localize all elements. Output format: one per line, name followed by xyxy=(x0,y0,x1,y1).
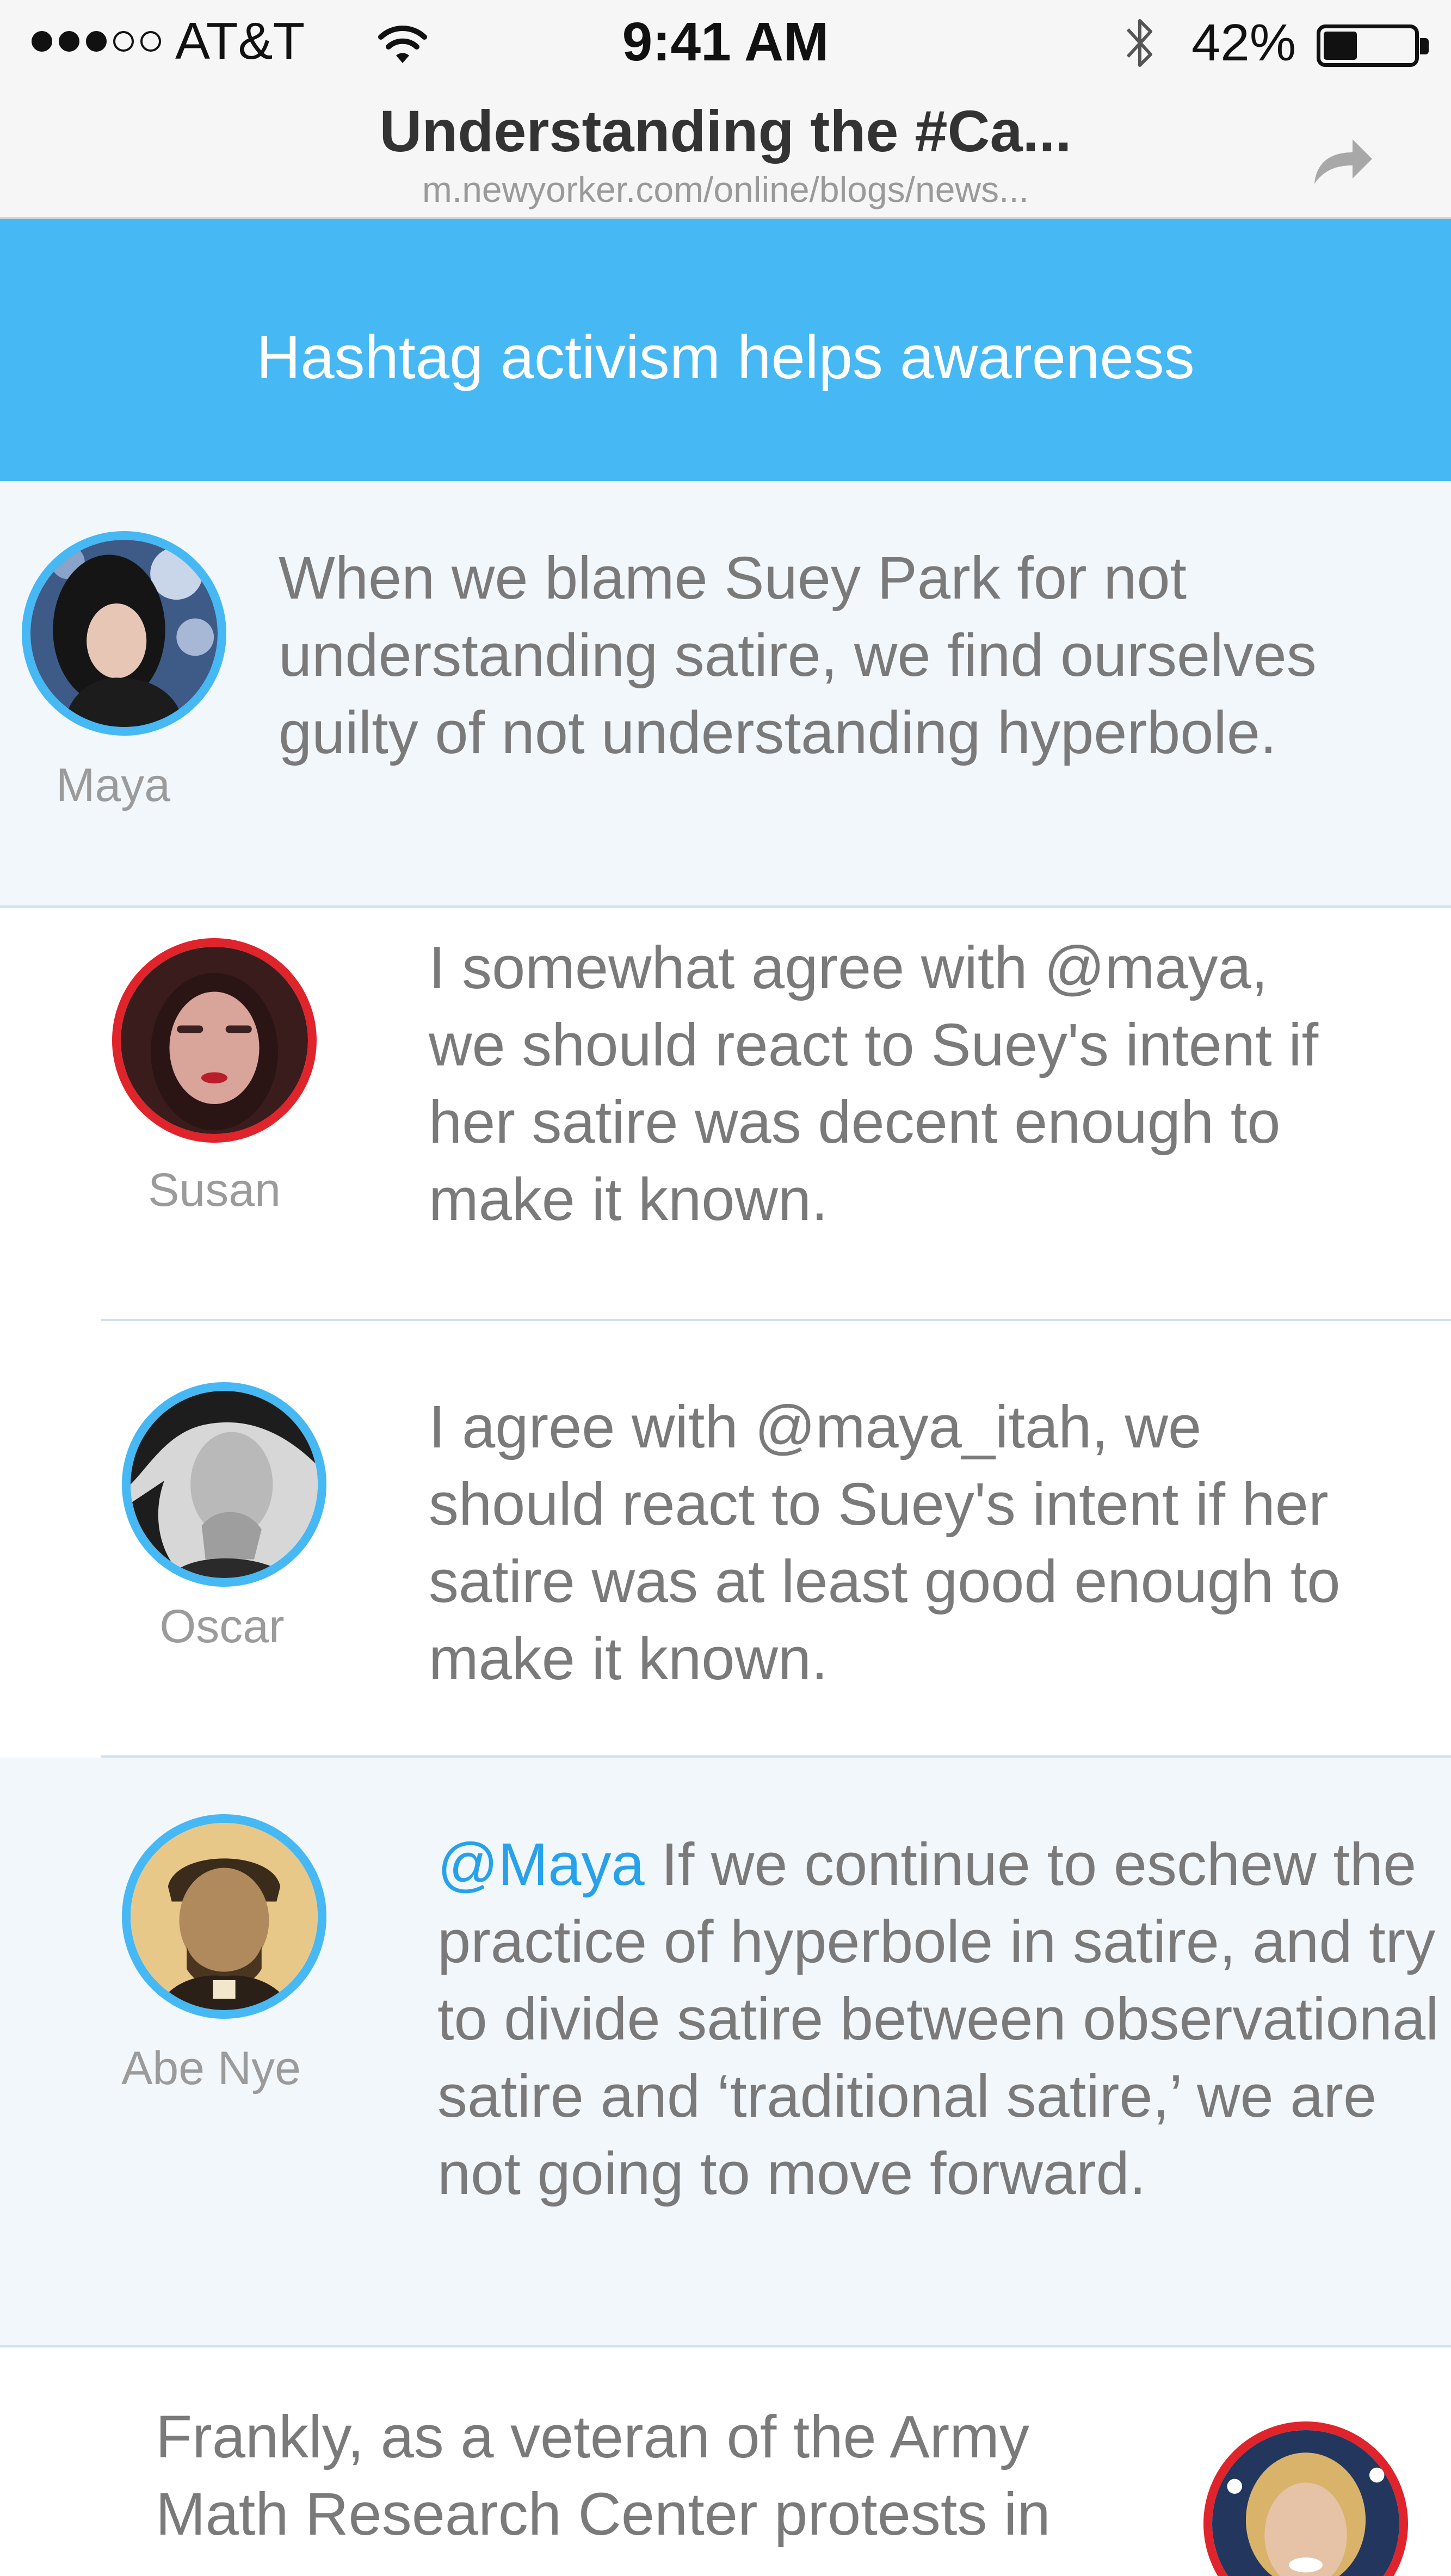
topic-banner[interactable]: Hashtag activism helps awareness xyxy=(0,219,1451,481)
comment-maya[interactable]: Maya When we blame Suey Park for not und… xyxy=(0,481,1451,908)
comment-partial[interactable]: Frankly, as a veteran of the Army Math R… xyxy=(0,2347,1451,2576)
battery-percent: 42% xyxy=(1191,14,1296,72)
page-title[interactable]: Understanding the #Ca... xyxy=(0,97,1451,165)
address-bar[interactable]: Understanding the #Ca... m.newyorker.com… xyxy=(0,82,1451,219)
comment-text: Frankly, as a veteran of the Army Math R… xyxy=(156,2404,1051,2548)
comment-susan[interactable]: Susan I somewhat agree with @maya, we sh… xyxy=(0,908,1451,1319)
comment-oscar[interactable]: Oscar I agree with @maya_itah, we should… xyxy=(0,1321,1451,1757)
author-name[interactable]: Susan xyxy=(123,1163,306,1217)
page-url[interactable]: m.newyorker.com/online/blogs/news... xyxy=(0,169,1451,210)
battery-tip xyxy=(1420,38,1429,54)
status-bar: AT&T 9:41 AM 42% xyxy=(0,0,1451,82)
bluetooth-icon xyxy=(1126,19,1152,67)
author-name[interactable]: Oscar xyxy=(131,1600,313,1654)
avatar-hillary[interactable] xyxy=(1203,2421,1408,2576)
comment-text: I agree with @maya_itah, we should react… xyxy=(429,1394,1341,1692)
avatar-maya[interactable] xyxy=(22,531,226,736)
share-icon[interactable] xyxy=(1310,130,1375,189)
comment-text: @Maya If we continue to eschew the pract… xyxy=(437,1826,1449,2213)
avatar-abe-nye[interactable] xyxy=(122,1814,326,2019)
comment-abe-nye[interactable]: Abe Nye @Maya If we continue to eschew t… xyxy=(0,1758,1451,2346)
battery-fill xyxy=(1324,32,1357,60)
avatar-susan[interactable] xyxy=(112,938,317,1143)
battery-icon xyxy=(1317,24,1419,67)
author-name[interactable]: Maya xyxy=(22,759,205,812)
author-name[interactable]: Abe Nye xyxy=(109,2042,313,2096)
avatar-oscar[interactable] xyxy=(122,1382,326,1587)
topic-title: Hashtag activism helps awareness xyxy=(256,323,1195,391)
comment-text: When we blame Suey Park for not understa… xyxy=(279,545,1317,766)
comment-text: I somewhat agree with @maya, we should r… xyxy=(429,934,1319,1233)
mention-link[interactable]: @Maya xyxy=(437,1831,645,1898)
